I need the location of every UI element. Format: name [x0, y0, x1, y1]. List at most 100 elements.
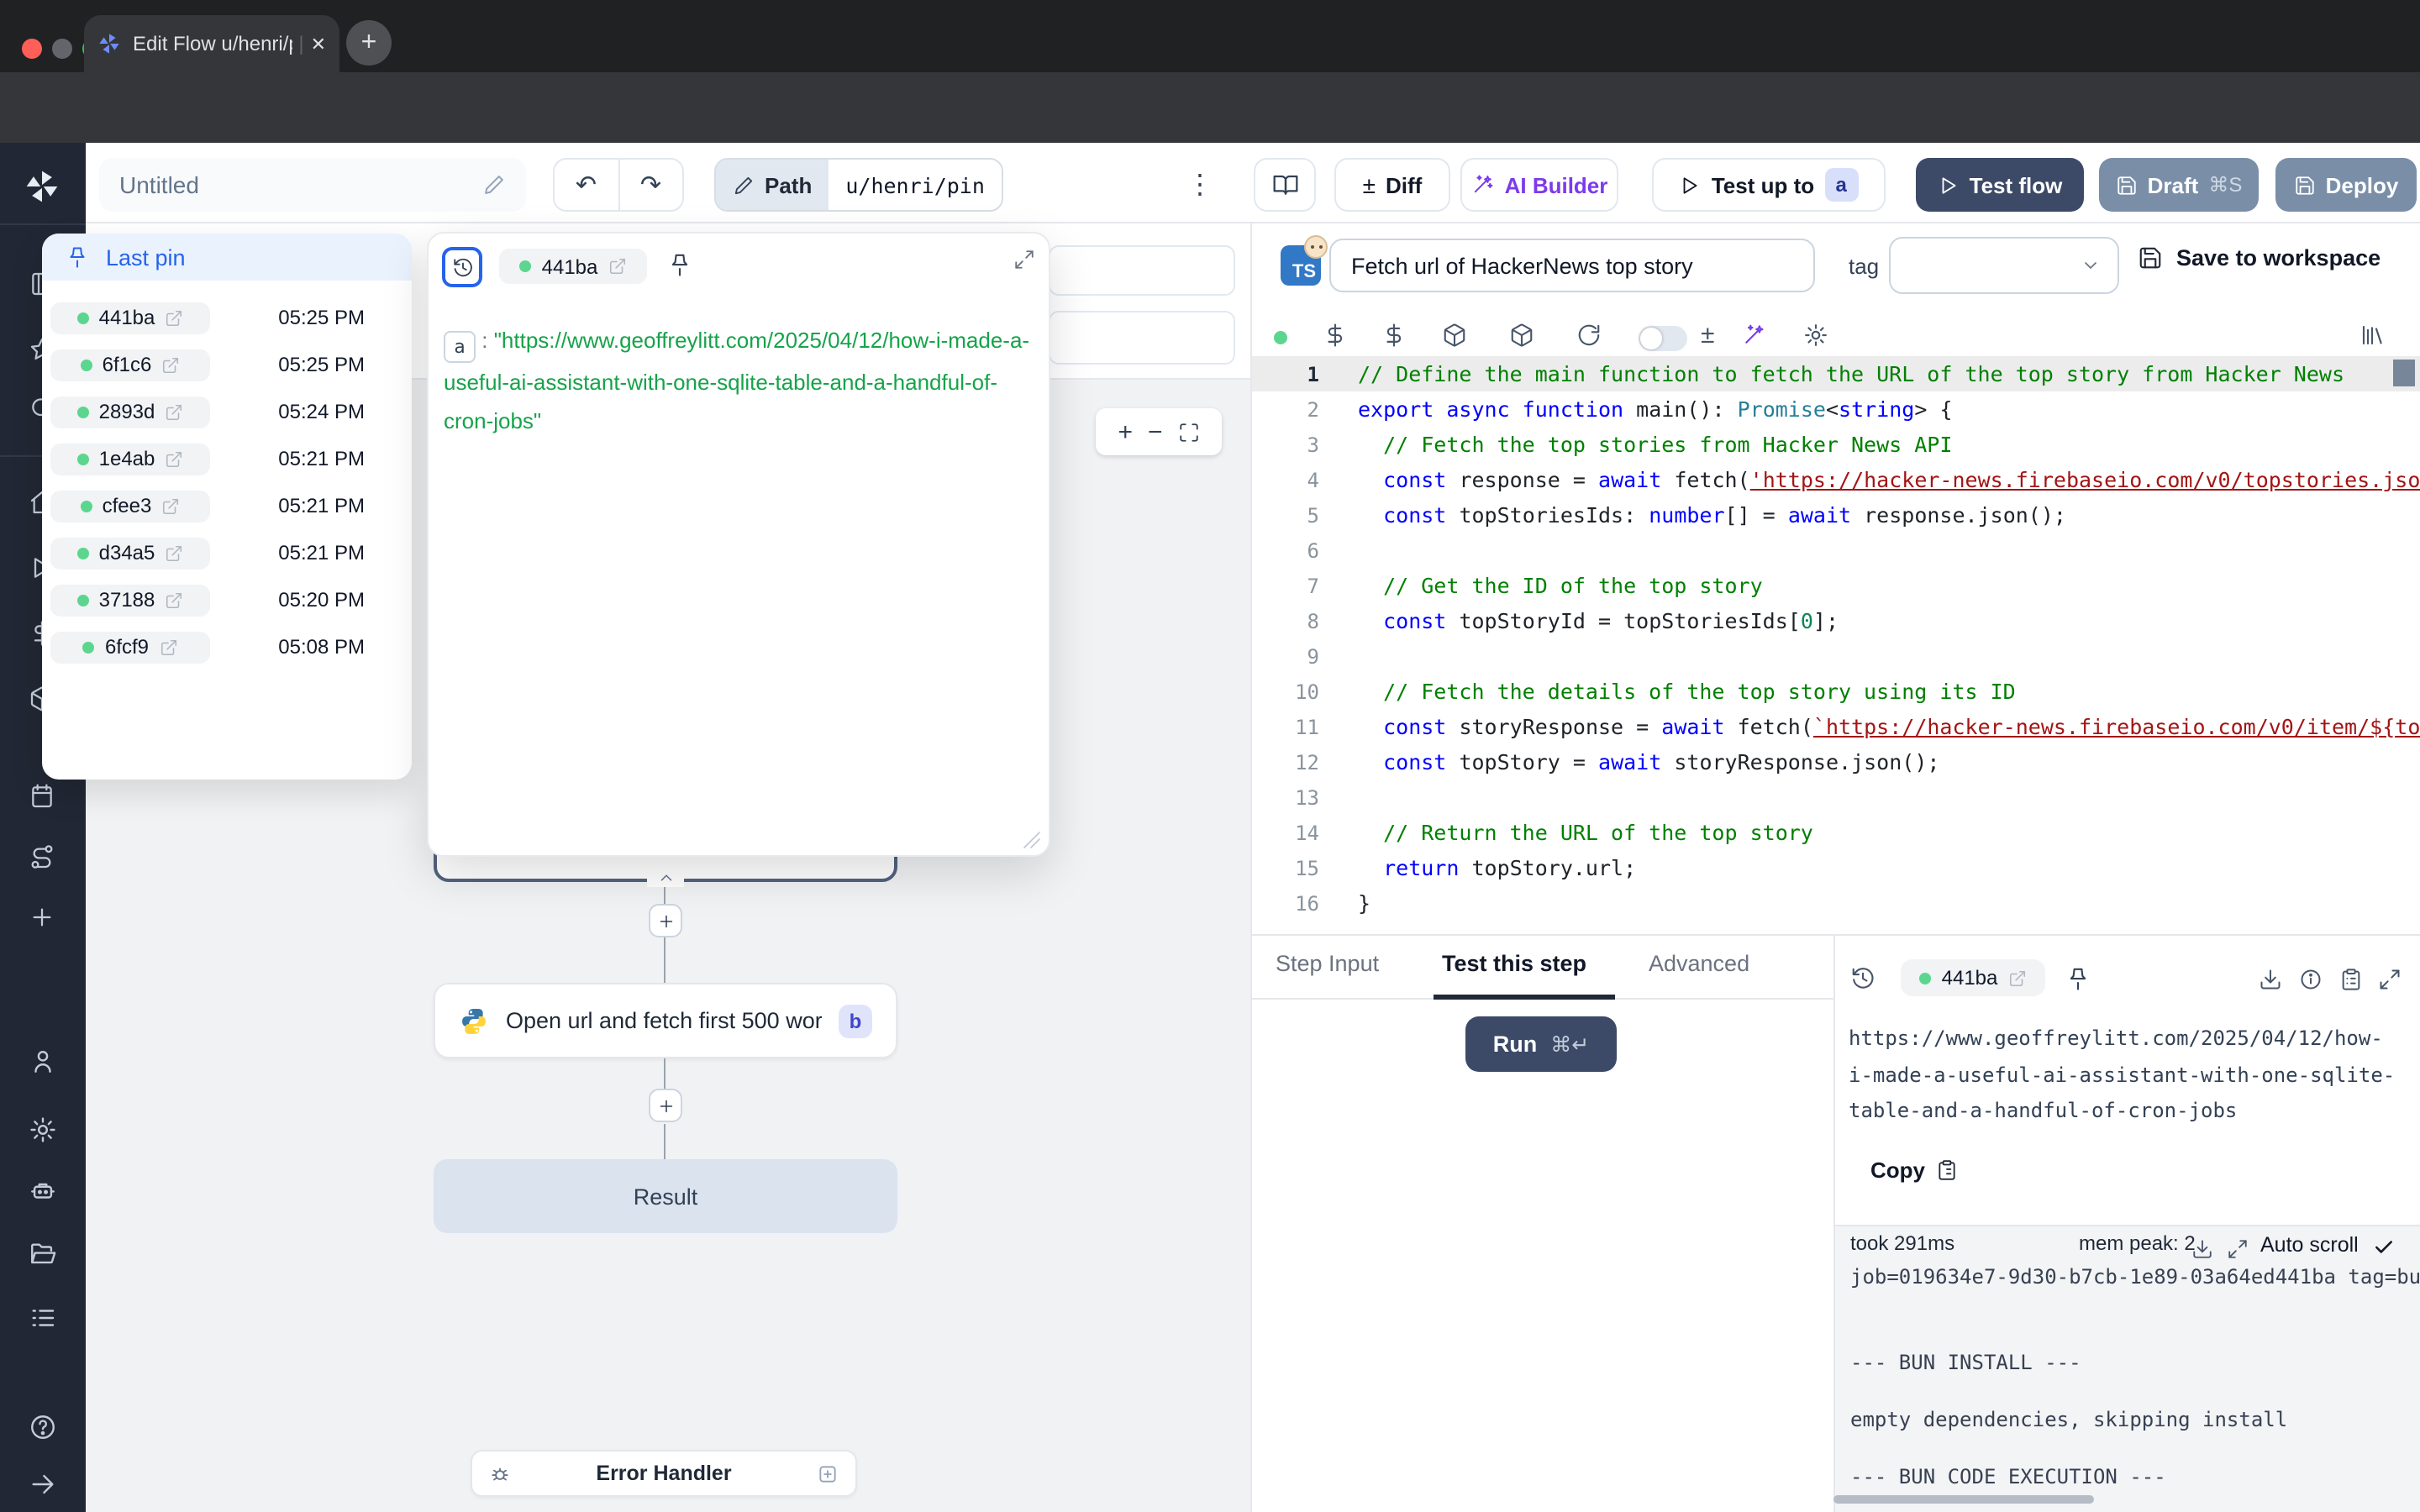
pin-list-item[interactable]: 441ba 05:25 PM — [42, 294, 412, 341]
external-link-icon[interactable] — [159, 638, 177, 656]
pin-id-pill[interactable]: 441ba — [50, 302, 210, 333]
flow-trigger-node[interactable] — [1049, 311, 1235, 365]
pin-id-pill[interactable]: 1e4ab — [50, 443, 210, 475]
window-minimize-button[interactable] — [52, 39, 72, 59]
diff-mode-toggle[interactable] — [1639, 326, 1687, 351]
sidebar-expand-arrow-icon[interactable] — [29, 1470, 57, 1499]
window-close-button[interactable] — [22, 39, 42, 59]
sidebar-folders-icon[interactable] — [29, 1240, 57, 1268]
pin-id-pill[interactable]: 37188 — [50, 584, 210, 616]
pin-list-item[interactable]: 1e4ab 05:21 PM — [42, 435, 412, 482]
copy-button-label[interactable]: Copy — [1870, 1158, 1925, 1183]
undo-button[interactable]: ↶ — [555, 160, 618, 210]
add-step-button-1[interactable] — [649, 904, 682, 937]
code-editor[interactable]: 1// Define the main function to fetch th… — [1252, 356, 2420, 936]
result-node[interactable]: Result — [434, 1159, 897, 1233]
expand-icon[interactable] — [1013, 249, 1035, 270]
ai-builder-button[interactable]: AI Builder — [1460, 158, 1618, 212]
expand-log-icon[interactable] — [2227, 1238, 2249, 1260]
external-link-icon[interactable] — [608, 257, 626, 276]
add-error-handler-icon[interactable] — [817, 1462, 839, 1484]
sidebar-workers-robot-icon[interactable] — [29, 1176, 57, 1205]
test-up-to-button[interactable]: Test up to a — [1652, 158, 1886, 212]
download-log-icon[interactable] — [2191, 1238, 2213, 1260]
flow-input-node[interactable] — [1049, 245, 1235, 296]
windmill-logo[interactable] — [24, 168, 60, 205]
docs-book-button[interactable] — [1254, 158, 1316, 212]
log-horizontal-scrollbar[interactable] — [1833, 1495, 2094, 1504]
auto-scroll-check-icon[interactable] — [2373, 1236, 2395, 1258]
external-link-icon[interactable] — [161, 355, 180, 374]
browser-tab[interactable]: Edit Flow u/henri/pin_results | ✕ — [84, 15, 339, 72]
sidebar-item-plus-icon[interactable] — [29, 904, 55, 931]
pin-list-item[interactable]: d34a5 05:21 PM — [42, 529, 412, 576]
flow-name-field[interactable]: Untitled — [99, 158, 526, 212]
zoom-in-icon[interactable]: + — [1118, 419, 1133, 444]
add-step-button-2[interactable] — [649, 1089, 682, 1122]
plus-minus-icon[interactable]: ± — [1701, 321, 1714, 349]
path-label-segment[interactable]: Path — [716, 160, 829, 210]
history-button[interactable] — [442, 247, 482, 287]
collapse-node-button[interactable] — [647, 867, 684, 887]
pin-id-pill[interactable]: 6f1c6 — [50, 349, 210, 381]
pin-list-item[interactable]: 37188 05:20 PM — [42, 576, 412, 623]
log-output[interactable]: job=019634e7-9d30-b7cb-1e89-03a64ed441ba… — [1850, 1263, 2420, 1499]
external-link-icon[interactable] — [165, 449, 183, 468]
external-link-icon[interactable] — [165, 591, 183, 609]
variables-dollar-icon[interactable] — [1381, 323, 1407, 348]
ai-wand-icon[interactable] — [1741, 323, 1766, 348]
fullscreen-icon[interactable] — [2378, 968, 2402, 991]
sidebar-help-icon[interactable] — [29, 1413, 57, 1441]
toolbar-kebab-menu[interactable]: ⋮ — [1186, 168, 1213, 202]
pin-id-pill[interactable]: d34a5 — [50, 537, 210, 569]
draft-save-button[interactable]: Draft ⌘S — [2099, 158, 2259, 212]
external-link-icon[interactable] — [165, 543, 183, 562]
external-link-icon[interactable] — [161, 496, 180, 515]
tab-advanced[interactable]: Advanced — [1649, 951, 1749, 976]
info-icon[interactable] — [2299, 968, 2323, 991]
sidebar-user-icon[interactable] — [29, 1047, 57, 1075]
edit-pencil-icon[interactable] — [482, 173, 506, 197]
pin-id-pill[interactable]: 2893d — [50, 396, 210, 428]
pin-icon[interactable] — [2065, 966, 2091, 991]
pin-list-item[interactable]: 6f1c6 05:25 PM — [42, 341, 412, 388]
resize-handle-icon[interactable] — [1022, 830, 1042, 850]
editor-scroll-indicator[interactable] — [2393, 360, 2415, 386]
pin-list-item[interactable]: 2893d 05:24 PM — [42, 388, 412, 435]
result-pin-pill[interactable]: 441ba — [1901, 959, 2045, 996]
save-to-workspace-button[interactable]: Save to workspace — [2138, 245, 2381, 270]
tag-select[interactable] — [1889, 237, 2119, 294]
copy-result-clipboard-icon[interactable] — [2339, 968, 2363, 991]
path-control[interactable]: Path u/henri/pin — [714, 158, 1003, 212]
pin-id-pill[interactable]: 6fcf9 — [50, 631, 210, 663]
external-link-icon[interactable] — [165, 402, 183, 421]
fit-view-icon[interactable] — [1178, 421, 1200, 443]
sidebar-item-routes-icon[interactable] — [29, 843, 55, 870]
copy-clipboard-icon[interactable] — [1936, 1159, 1958, 1181]
popup-pin-id-pill[interactable]: 441ba — [499, 249, 647, 284]
step-node-b[interactable]: Open url and fetch first 500 words of ..… — [434, 983, 897, 1058]
dependency-package-icon[interactable] — [1509, 323, 1534, 348]
resource-package-icon[interactable] — [1442, 323, 1467, 348]
auto-scroll-label[interactable]: Auto scroll — [2260, 1233, 2359, 1257]
deploy-button[interactable]: Deploy — [2275, 158, 2417, 212]
sidebar-logs-list-icon[interactable] — [29, 1304, 57, 1332]
zoom-out-icon[interactable]: − — [1148, 419, 1163, 444]
tab-close-icon[interactable]: ✕ — [311, 33, 326, 55]
assets-dollar-icon[interactable] — [1323, 323, 1348, 348]
editor-settings-gear-icon[interactable] — [1803, 323, 1828, 348]
download-result-icon[interactable] — [2259, 968, 2282, 991]
sidebar-settings-gear-icon[interactable] — [29, 1116, 57, 1144]
external-link-icon[interactable] — [2007, 969, 2026, 987]
reset-refresh-icon[interactable] — [1576, 323, 1602, 348]
redo-button[interactable]: ↷ — [618, 160, 682, 210]
run-button[interactable]: Run ⌘↵ — [1465, 1016, 1617, 1072]
pin-id-pill[interactable]: cfee3 — [50, 490, 210, 522]
sidebar-item-schedules-icon[interactable] — [29, 783, 55, 810]
external-link-icon[interactable] — [165, 308, 183, 327]
tab-step-input[interactable]: Step Input — [1276, 951, 1379, 976]
tab-test-this-step[interactable]: Test this step — [1442, 951, 1586, 976]
step-title-input[interactable] — [1329, 239, 1815, 292]
diff-button[interactable]: ± Diff — [1334, 158, 1450, 212]
library-icon[interactable] — [2360, 323, 2385, 348]
